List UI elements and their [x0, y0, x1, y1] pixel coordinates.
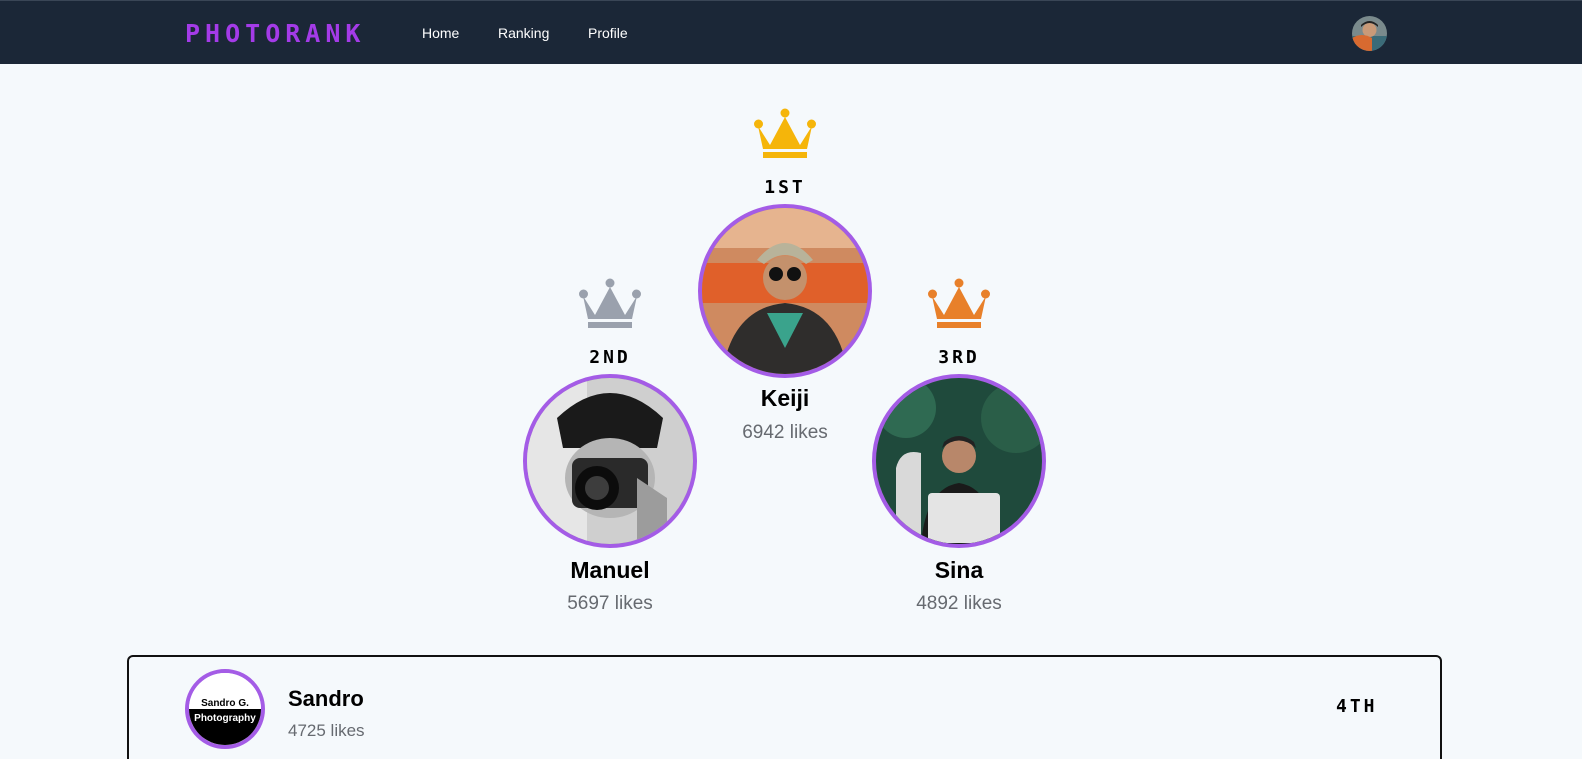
podium-name-first: Keiji	[760, 385, 810, 411]
podium-likes-first: 6942 likes	[742, 422, 828, 443]
crown-shape	[928, 278, 990, 328]
logo-text-line-2: Photography	[194, 713, 256, 724]
avatar-photo-keiji	[702, 208, 868, 374]
podium-name-second: Manuel	[570, 557, 650, 583]
podium-likes-third: 4892 likes	[916, 593, 1002, 614]
rank-label-second: 2ND	[589, 347, 631, 368]
crown-shape	[579, 278, 641, 328]
podium-name-third: Sina	[934, 557, 984, 583]
user-avatar[interactable]	[1352, 16, 1387, 51]
top-navbar: PHOTORANK Home Ranking Profile	[0, 0, 1582, 64]
crown-shape	[754, 108, 816, 158]
user-avatar-photo	[1352, 16, 1387, 51]
logo-text-line-1: Sandro G.	[201, 698, 249, 709]
nav-link-ranking[interactable]: Ranking	[498, 24, 549, 42]
bronze-crown-icon	[928, 278, 990, 328]
rank-label-first: 1ST	[764, 177, 806, 198]
podium-likes-second: 5697 likes	[567, 593, 653, 614]
list-item-avatar[interactable]: Sandro G. Photography	[185, 669, 265, 749]
podium-avatar-second[interactable]	[523, 374, 697, 548]
app-logo[interactable]: PHOTORANK	[185, 19, 365, 49]
silver-crown-icon	[579, 278, 641, 328]
gold-crown-icon	[754, 108, 816, 158]
nav-link-profile[interactable]: Profile	[588, 24, 628, 42]
list-item-rank: 4TH	[1336, 696, 1378, 717]
list-item-name: Sandro	[288, 686, 364, 711]
nav-link-home[interactable]: Home	[422, 24, 459, 42]
rank-label-third: 3RD	[938, 347, 980, 368]
list-item-likes: 4725 likes	[288, 721, 365, 740]
sandro-photography-logo: Sandro G. Photography	[189, 673, 261, 745]
podium-avatar-third[interactable]	[872, 374, 1046, 548]
avatar-photo-sina	[876, 378, 1042, 544]
avatar-photo-manuel	[527, 378, 693, 544]
podium-avatar-first[interactable]	[698, 204, 872, 378]
ranking-list-item[interactable]: Sandro G. Photography Sandro 4725 likes …	[127, 655, 1442, 759]
